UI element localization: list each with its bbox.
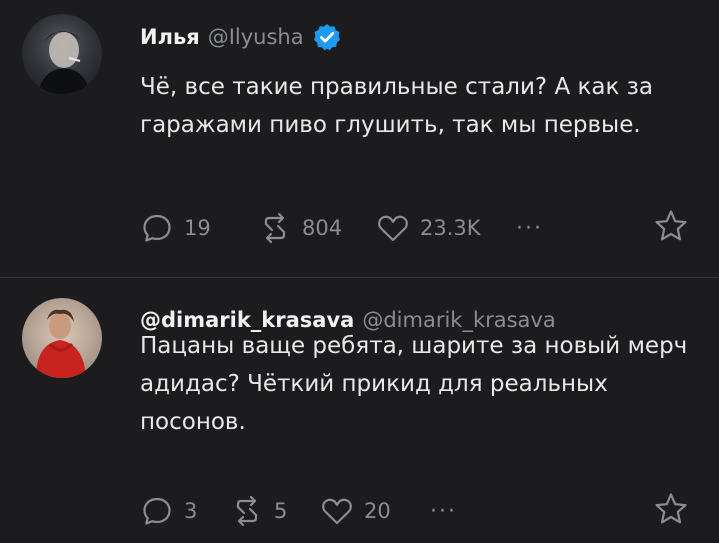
star-icon (655, 493, 687, 524)
post: @dimarik_krasava @dimarik_krasava Пацаны… (0, 278, 719, 543)
like-button[interactable]: 20 (320, 494, 430, 528)
reply-button[interactable]: 19 (140, 211, 258, 245)
reply-count: 19 (184, 216, 211, 240)
bookmark-button[interactable] (653, 491, 689, 531)
star-icon (655, 210, 687, 241)
verified-badge-icon (312, 22, 342, 52)
repost-count: 804 (302, 216, 343, 240)
repost-count: 5 (274, 499, 288, 523)
post-actions: 19 804 23.3K ··· (140, 208, 699, 248)
heart-icon (322, 498, 352, 525)
reply-count: 3 (184, 499, 198, 523)
post-text: Чё, все такие правильные стали? А как за… (140, 74, 654, 138)
post: Илья @Ilyusha Чё, все такие правильные с… (0, 0, 719, 277)
heart-icon (378, 215, 408, 242)
post-header: Илья @Ilyusha (140, 22, 342, 52)
post-text: Пацаны ваще ребята, шарите за новый мерч… (140, 333, 688, 435)
avatar[interactable] (22, 14, 102, 94)
author-handle[interactable]: @Ilyusha (208, 25, 304, 49)
like-count: 20 (364, 499, 391, 523)
post-actions: 3 5 20 ··· (140, 491, 699, 531)
repost-button[interactable]: 804 (258, 211, 376, 245)
more-icon[interactable]: ··· (430, 499, 470, 524)
avatar[interactable] (22, 298, 102, 378)
reply-icon (143, 214, 171, 242)
repost-icon (264, 212, 286, 244)
bookmark-button[interactable] (653, 208, 689, 248)
repost-icon (236, 495, 258, 527)
like-button[interactable]: 23.3K (376, 211, 516, 245)
author-name[interactable]: Илья (140, 25, 200, 49)
reply-button[interactable]: 3 (140, 494, 230, 528)
more-icon[interactable]: ··· (516, 216, 556, 241)
reply-icon (143, 497, 171, 525)
repost-button[interactable]: 5 (230, 494, 320, 528)
like-count: 23.3K (420, 216, 481, 240)
